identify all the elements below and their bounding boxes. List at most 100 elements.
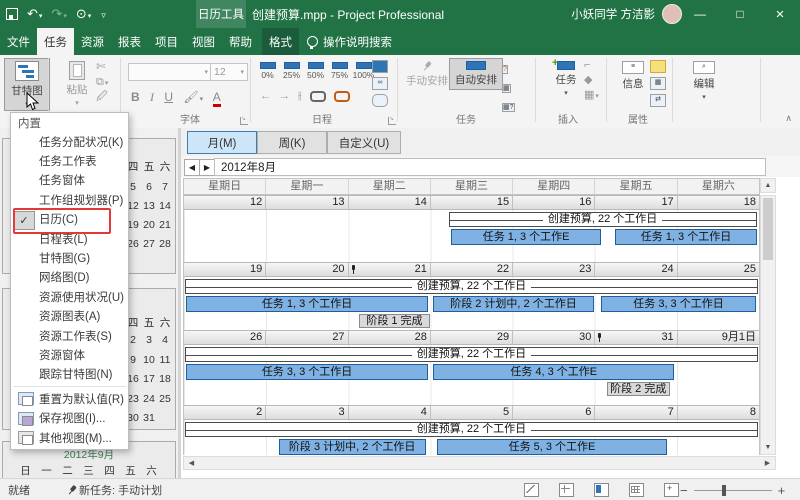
vertical-scrollbar-thumb[interactable] bbox=[763, 198, 773, 260]
zoom-in-button[interactable]: + bbox=[778, 484, 786, 497]
move-task-forward-icon[interactable]: → bbox=[279, 91, 290, 102]
mini-date[interactable]: 4 bbox=[157, 334, 173, 346]
mini-date[interactable]: 13 bbox=[141, 200, 157, 212]
collapse-ribbon-icon[interactable]: ∧ bbox=[785, 113, 792, 124]
view-menu-item[interactable]: 资源使用状况(U) bbox=[11, 287, 128, 306]
date-cell[interactable]: 3 bbox=[266, 406, 349, 419]
new-task-mode[interactable]: 新任务: 手动计划 bbox=[70, 482, 162, 498]
task-bar[interactable]: 任务 1, 3 个工作日 bbox=[186, 296, 428, 312]
mini-date[interactable] bbox=[157, 412, 173, 424]
task-bar[interactable]: 阶段 3 计划中, 2 个工作日 bbox=[278, 439, 426, 455]
date-cell[interactable]: 2 bbox=[184, 406, 267, 419]
close-button[interactable]: × bbox=[760, 0, 800, 28]
date-cell[interactable]: 16 bbox=[513, 196, 596, 209]
avatar[interactable] bbox=[662, 4, 682, 24]
percent-complete-button-25%[interactable]: 25% bbox=[280, 62, 303, 80]
date-cell[interactable]: 20 bbox=[266, 263, 349, 276]
font-name-combo[interactable]: ▾ bbox=[128, 63, 212, 81]
mini-date[interactable]: 6 bbox=[141, 181, 157, 193]
editing-button[interactable]: ⌕ 编辑 ▾ bbox=[682, 58, 726, 104]
date-cell[interactable]: 29 bbox=[431, 331, 514, 344]
view-menu-item[interactable]: 任务分配状况(K) bbox=[11, 132, 128, 151]
task-bar[interactable]: 任务 3, 3 个工作日 bbox=[600, 296, 757, 312]
date-cell[interactable]: 30 bbox=[513, 331, 596, 344]
view-menu-footer-item[interactable]: 重置为默认值(R) bbox=[11, 389, 128, 408]
view-menu-item[interactable]: 资源图表(A) bbox=[11, 307, 128, 326]
new-window-shortcut-icon[interactable] bbox=[664, 483, 679, 497]
respect-links-icon[interactable] bbox=[372, 60, 388, 73]
mini-date[interactable]: 3 bbox=[141, 334, 157, 346]
date-cell[interactable]: 7 bbox=[595, 406, 678, 419]
underline-button[interactable]: U bbox=[164, 90, 173, 104]
move-task-back-icon[interactable]: ← bbox=[260, 91, 271, 102]
view-menu-item[interactable]: 日程表(L) bbox=[11, 229, 128, 248]
split-task-icon[interactable]: ⫲ bbox=[298, 91, 302, 102]
date-cell[interactable]: 23 bbox=[513, 263, 596, 276]
follow-links-icon[interactable]: ∞ bbox=[372, 77, 388, 90]
date-cell[interactable]: 17 bbox=[595, 196, 678, 209]
summary-task-bar[interactable]: 创建预算, 22 个工作日 bbox=[185, 422, 758, 437]
tab-项目[interactable]: 项目 bbox=[148, 28, 185, 55]
task-bar[interactable]: 任务 1, 3 个工作日 bbox=[615, 229, 757, 245]
gantt-view-shortcut-icon[interactable] bbox=[524, 483, 539, 497]
font-dialog-launcher-icon[interactable]: ↘ bbox=[240, 116, 248, 125]
view-menu-item[interactable]: 资源窗体 bbox=[11, 345, 128, 364]
tab-文件[interactable]: 文件 bbox=[0, 28, 37, 55]
date-cell[interactable]: 14 bbox=[349, 196, 431, 209]
link-tasks-icon[interactable] bbox=[309, 91, 326, 102]
percent-complete-button-75%[interactable]: 75% bbox=[328, 62, 351, 80]
view-button-周(K)[interactable]: 周(K) bbox=[257, 131, 327, 154]
tab-帮助[interactable]: 帮助 bbox=[222, 28, 259, 55]
sheet-view-shortcut-icon[interactable] bbox=[629, 483, 644, 497]
cut-icon[interactable]: ✄ bbox=[96, 62, 108, 73]
horizontal-scrollbar[interactable]: ◀ ▶ bbox=[183, 456, 776, 470]
insert-task-button[interactable]: + 任务 ▾ bbox=[544, 57, 588, 100]
insert-milestone-icon[interactable]: ◆ bbox=[584, 75, 599, 86]
mini-date[interactable]: 11 bbox=[157, 354, 173, 366]
insert-summary-icon[interactable]: ⌐ bbox=[584, 60, 599, 71]
task-bar[interactable]: 任务 1, 3 个工作E bbox=[451, 229, 601, 245]
mini-date[interactable]: 20 bbox=[141, 219, 157, 231]
mini-date[interactable]: 10 bbox=[141, 354, 157, 366]
zoom-slider[interactable] bbox=[693, 484, 772, 496]
tab-格式[interactable]: 格式 bbox=[262, 28, 299, 55]
mini-date[interactable]: 27 bbox=[141, 238, 157, 250]
board-view-shortcut-icon[interactable] bbox=[594, 483, 609, 497]
date-cell[interactable]: 25 bbox=[678, 263, 759, 276]
zoom-out-button[interactable]: − bbox=[680, 484, 688, 497]
mini-date[interactable]: 7 bbox=[157, 181, 173, 193]
paste-button[interactable]: 粘贴 ▾ bbox=[56, 58, 98, 110]
tab-资源[interactable]: 资源 bbox=[74, 28, 111, 55]
touch-mode-button[interactable]: ⊙▾ bbox=[76, 7, 91, 21]
summary-task-bar[interactable]: 创建预算, 22 个工作日 bbox=[448, 212, 757, 227]
view-menu-footer-item[interactable]: 保存视图(I)... bbox=[11, 408, 128, 427]
mini-date[interactable]: 17 bbox=[141, 373, 157, 385]
percent-complete-button-50%[interactable]: 50% bbox=[304, 62, 327, 80]
summary-task-bar[interactable]: 创建预算, 22 个工作日 bbox=[185, 279, 758, 294]
task-information-button[interactable]: ≡ 信息 bbox=[612, 58, 654, 94]
font-color-button[interactable]: A bbox=[212, 90, 221, 107]
mini-date[interactable]: 18 bbox=[157, 373, 173, 385]
task-bar[interactable]: 任务 4, 3 个工作E bbox=[432, 364, 675, 380]
view-menu-item[interactable]: 任务窗体 bbox=[11, 171, 128, 190]
date-cell[interactable]: 15 bbox=[431, 196, 514, 209]
schedule-dialog-launcher-icon[interactable]: ↘ bbox=[388, 116, 396, 125]
date-cell[interactable]: 5 bbox=[431, 406, 514, 419]
completed-task-bar[interactable]: 阶段 2 完成 bbox=[606, 382, 670, 396]
percent-complete-button-0%[interactable]: 0% bbox=[256, 62, 279, 80]
minimize-button[interactable]: — bbox=[680, 0, 720, 28]
scroll-left-icon[interactable]: ◀ bbox=[184, 457, 199, 469]
view-button-自定义(U)[interactable]: 自定义(U) bbox=[327, 131, 401, 154]
completed-task-bar[interactable]: 阶段 1 完成 bbox=[359, 314, 430, 328]
gantt-chart-view-button[interactable]: 甘特图 ▾ bbox=[4, 58, 50, 111]
view-menu-footer-item[interactable]: 其他视图(M)... bbox=[11, 428, 128, 447]
maximize-button[interactable]: □ bbox=[720, 0, 760, 28]
tab-任务[interactable]: 任务 bbox=[37, 28, 74, 55]
view-button-月(M)[interactable]: 月(M) bbox=[187, 131, 257, 154]
date-cell[interactable]: 19 bbox=[184, 263, 267, 276]
date-cell[interactable]: 21 bbox=[349, 263, 431, 276]
date-cell[interactable]: 27 bbox=[266, 331, 349, 344]
mini-date[interactable]: 24 bbox=[141, 393, 157, 405]
task-mode-button[interactable]: ▦? bbox=[502, 98, 515, 113]
format-painter-icon[interactable]: 🖉 bbox=[96, 92, 108, 103]
